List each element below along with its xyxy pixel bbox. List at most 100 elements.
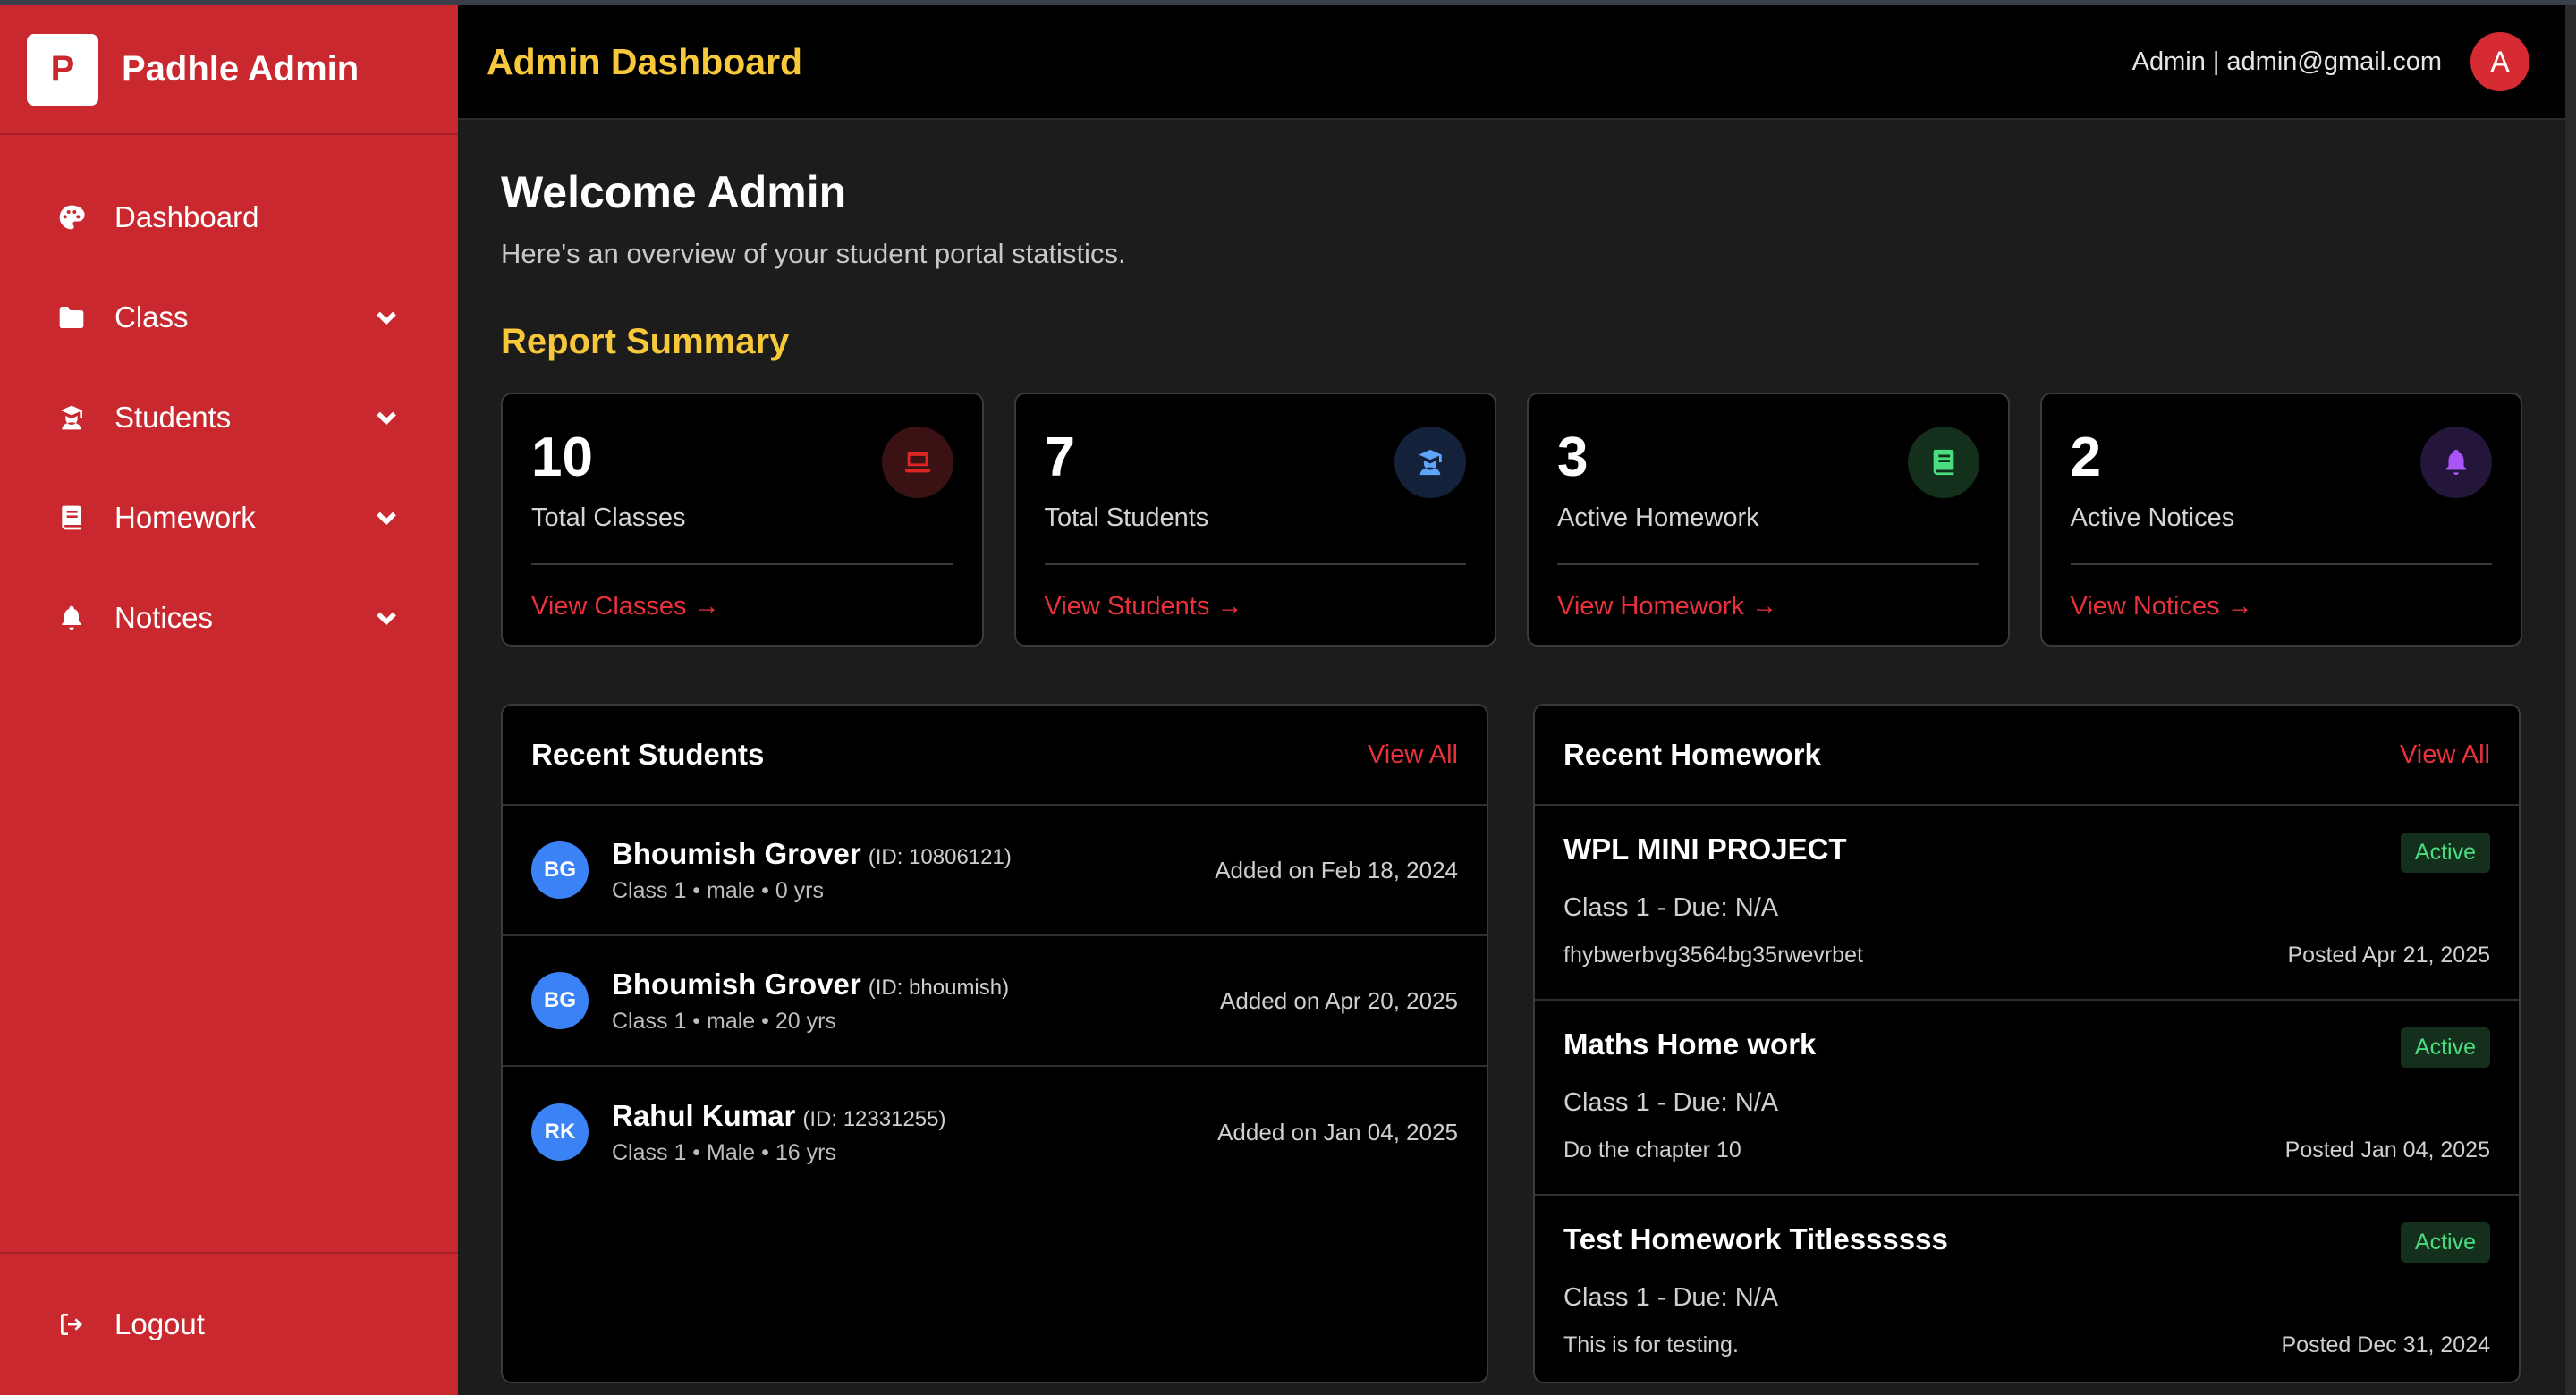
app-root: P Padhle Admin Dashboard Class Students … — [0, 5, 2565, 1395]
homework-footer: fhybwerbvg3564bg35rwevrbet Posted Apr 21… — [1563, 943, 2490, 968]
list-item[interactable]: Test Homework Titlessssss Active Class 1… — [1535, 1196, 2519, 1382]
sign-out-icon — [55, 1308, 88, 1340]
user-role: Admin — [2131, 46, 2206, 76]
added-date: Added on Feb 18, 2024 — [1215, 856, 1458, 884]
homework-class-due: Class 1 - Due: N/A — [1563, 893, 1779, 922]
brand-name: Padhle Admin — [122, 49, 360, 89]
user-separator: | — [2212, 46, 2220, 76]
logout-label: Logout — [114, 1307, 205, 1340]
list-item[interactable]: WPL MINI PROJECT Active Class 1 - Due: N… — [1535, 806, 2519, 1001]
welcome-heading: Welcome Admin — [501, 167, 847, 217]
stat-card-students: 7 Total Students View Students → — [1013, 393, 1496, 647]
status-badge: Active — [2400, 1222, 2490, 1263]
student-name: Rahul Kumar — [612, 1098, 796, 1132]
panels-row: Recent Students View All BG Bhoumish Gro… — [501, 704, 2522, 1383]
homework-footer: This is for testing. Posted Dec 31, 2024 — [1563, 1332, 2490, 1358]
main-content: Welcome Admin Here's an overview of your… — [458, 120, 2565, 1395]
sidebar-item-homework[interactable]: Homework — [0, 468, 458, 568]
list-item[interactable]: BG Bhoumish Grover (ID: 10806121) Class 1… — [503, 806, 1487, 936]
student-id: (ID: 10806121) — [868, 844, 1012, 869]
sidebar-item-label: Notices — [114, 601, 214, 634]
recent-students-panel: Recent Students View All BG Bhoumish Gro… — [501, 704, 1488, 1383]
homework-description: fhybwerbvg3564bg35rwevrbet — [1563, 943, 1863, 968]
bell-icon — [2420, 427, 2492, 498]
avatar[interactable]: A — [2470, 32, 2529, 91]
stat-label: Active Notices — [2070, 503, 2235, 532]
divider — [1557, 563, 1979, 565]
chevron-down-icon[interactable] — [370, 402, 402, 434]
sidebar-item-dashboard[interactable]: Dashboard — [0, 167, 458, 267]
added-date: Added on Apr 20, 2025 — [1219, 986, 1458, 1014]
divider — [531, 563, 953, 565]
view-students-link[interactable]: View Students → — [1045, 592, 1243, 621]
welcome-subtitle: Here's an overview of your student porta… — [501, 238, 1126, 269]
homework-title: WPL MINI PROJECT — [1563, 833, 1847, 866]
list-item[interactable]: RK Rahul Kumar (ID: 12331255) Class 1 • M… — [503, 1067, 1487, 1197]
student-name-line: Bhoumish Grover (ID: bhoumish) — [612, 968, 1220, 1002]
homework-title: Maths Home work — [1563, 1027, 1817, 1061]
homework-class-due: Class 1 - Due: N/A — [1563, 1088, 1779, 1117]
sidebar-nav: Dashboard Class Students Homework Notice… — [0, 135, 458, 668]
student-id: (ID: bhoumish) — [868, 975, 1010, 1000]
status-badge: Active — [2400, 1027, 2490, 1068]
avatar: BG — [531, 841, 589, 899]
sidebar-item-label: Students — [114, 401, 232, 434]
sidebar-item-label: Homework — [114, 501, 256, 534]
bell-icon — [55, 602, 88, 634]
recent-homework-panel: Recent Homework View All WPL MINI PROJEC… — [1533, 704, 2521, 1383]
homework-footer: Do the chapter 10 Posted Jan 04, 2025 — [1563, 1137, 2490, 1163]
student-meta: Class 1 • male • 20 yrs — [612, 1008, 836, 1034]
report-summary-title: Report Summary — [501, 322, 790, 361]
view-all-homework-link[interactable]: View All — [2400, 740, 2490, 770]
view-notices-link[interactable]: View Notices → — [2071, 592, 2253, 621]
panel-header: Recent Homework View All — [1535, 706, 2519, 806]
divider — [1044, 563, 1466, 565]
chevron-down-icon[interactable] — [370, 301, 402, 334]
student-meta: Class 1 • Male • 16 yrs — [612, 1139, 836, 1165]
view-classes-link[interactable]: View Classes → — [531, 592, 720, 621]
student-meta: Class 1 • male • 0 yrs — [612, 877, 825, 903]
chevron-down-icon[interactable] — [370, 502, 402, 534]
book-icon — [55, 502, 88, 534]
student-info: Bhoumish Grover (ID: 10806121) Class 1 • … — [612, 837, 1215, 904]
book-icon — [1907, 427, 1979, 498]
view-all-students-link[interactable]: View All — [1368, 740, 1458, 770]
sidebar: P Padhle Admin Dashboard Class Students … — [0, 5, 458, 1395]
homework-posted-date: Posted Jan 04, 2025 — [2284, 1137, 2490, 1162]
avatar: RK — [531, 1103, 589, 1161]
status-badge: Active — [2400, 833, 2490, 873]
sidebar-item-class[interactable]: Class — [0, 267, 458, 368]
list-item[interactable]: BG Bhoumish Grover (ID: bhoumish) Class 1… — [503, 936, 1487, 1067]
homework-posted-date: Posted Apr 21, 2025 — [2287, 943, 2490, 968]
laptop-icon — [881, 427, 953, 498]
avatar: BG — [531, 972, 589, 1029]
stat-label: Total Classes — [531, 503, 686, 532]
page-title: Admin Dashboard — [487, 40, 803, 82]
homework-title: Test Homework Titlessssss — [1563, 1222, 1948, 1256]
student-name: Bhoumish Grover — [612, 836, 861, 870]
student-icon — [1394, 427, 1466, 498]
stat-card-notices: 2 Active Notices View Notices → — [2039, 393, 2522, 647]
folder-icon — [55, 301, 88, 334]
sidebar-item-label: Dashboard — [114, 200, 259, 233]
chevron-down-icon[interactable] — [370, 602, 402, 634]
stat-label: Active Homework — [1557, 503, 1759, 532]
student-name: Bhoumish Grover — [612, 967, 861, 1001]
brand-logo: P — [27, 33, 98, 106]
palette-icon — [55, 201, 88, 233]
top-header: Admin Dashboard Admin | admin@gmail.com … — [458, 5, 2565, 120]
homework-description: This is for testing. — [1563, 1332, 1739, 1357]
view-homework-link[interactable]: View Homework → — [1557, 592, 1777, 621]
scrollbar-track[interactable] — [2565, 5, 2576, 1395]
stat-card-homework: 3 Active Homework View Homework → — [1527, 393, 2010, 647]
student-name-line: Bhoumish Grover (ID: 10806121) — [612, 837, 1215, 871]
brand[interactable]: P Padhle Admin — [0, 5, 458, 135]
list-item[interactable]: Maths Home work Active Class 1 - Due: N/… — [1535, 1001, 2519, 1196]
sidebar-item-notices[interactable]: Notices — [0, 568, 458, 668]
logout-button[interactable]: Logout — [0, 1252, 458, 1395]
panel-title: Recent Homework — [1563, 738, 1821, 771]
sidebar-item-students[interactable]: Students — [0, 368, 458, 468]
stat-card-classes: 10 Total Classes View Classes → — [501, 393, 984, 647]
panel-title: Recent Students — [531, 738, 765, 771]
panel-header: Recent Students View All — [503, 706, 1487, 806]
